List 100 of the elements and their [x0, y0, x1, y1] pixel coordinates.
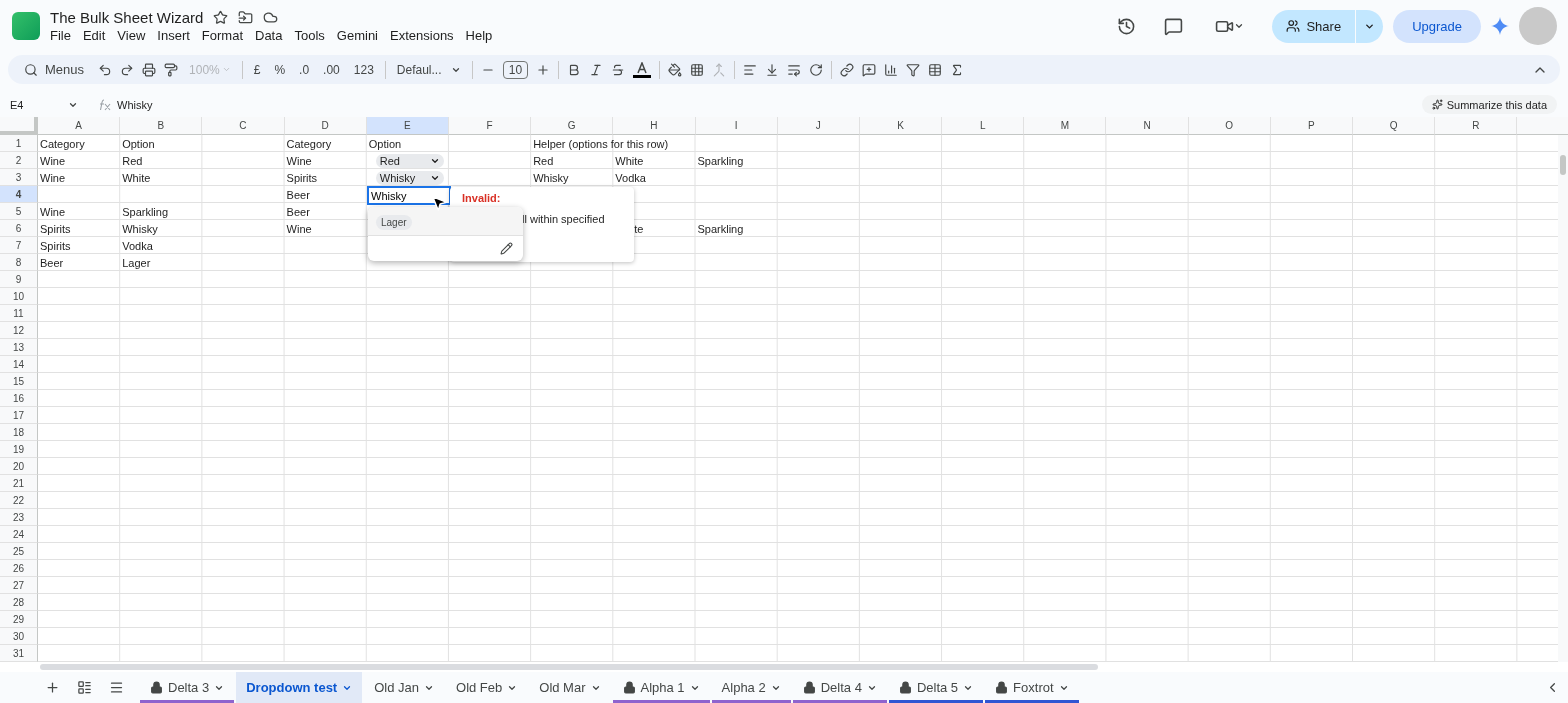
strikethrough-icon[interactable] — [611, 62, 626, 77]
column-header[interactable]: C — [202, 117, 285, 135]
filter-icon[interactable] — [906, 62, 921, 77]
bold-icon[interactable] — [567, 62, 582, 77]
link-icon[interactable] — [840, 62, 855, 77]
menus-search[interactable]: Menus — [24, 62, 85, 77]
column-header[interactable]: F — [448, 117, 532, 135]
sheet-tab[interactable]: Old Feb — [446, 672, 528, 703]
redo-icon[interactable] — [120, 62, 135, 77]
dropdown-chip[interactable]: Whisky — [375, 170, 444, 185]
vertical-align-icon[interactable] — [765, 62, 780, 77]
text-rotation-icon[interactable] — [809, 62, 824, 77]
star-icon[interactable] — [213, 10, 229, 25]
print-icon[interactable] — [142, 62, 157, 77]
menu-item[interactable]: Tools — [288, 28, 331, 43]
chart-icon[interactable] — [884, 62, 899, 77]
cell-text: Sparkling — [697, 222, 744, 235]
sheet-tab[interactable]: Alpha 1 — [612, 672, 710, 703]
currency-button[interactable]: £ — [250, 62, 264, 77]
font-select[interactable]: Defaul... — [393, 62, 464, 77]
vertical-scrollbar[interactable] — [1558, 135, 1568, 662]
column-header[interactable]: P — [1270, 117, 1353, 135]
cell-text: Wine — [40, 154, 66, 167]
column-header[interactable]: N — [1106, 117, 1189, 135]
validation-title: Invalid: — [462, 192, 501, 204]
dropdown-option[interactable]: Lager — [376, 215, 412, 230]
sheet-tab[interactable]: Delta 5 — [888, 672, 984, 703]
menu-item[interactable]: Extensions — [384, 28, 460, 43]
decrease-decimals-button[interactable]: .0 — [296, 62, 313, 77]
text-color-icon[interactable] — [633, 61, 652, 78]
column-header[interactable]: I — [695, 117, 778, 135]
search-icon — [24, 62, 38, 77]
fill-color-icon[interactable] — [668, 62, 683, 77]
menu-item[interactable]: Format — [195, 28, 249, 43]
history-icon[interactable] — [1117, 16, 1137, 36]
menu-item[interactable]: File — [44, 28, 77, 43]
cell-text: Spirits — [40, 239, 71, 252]
column-header[interactable]: B — [120, 117, 203, 135]
cell-text: Option — [122, 137, 155, 150]
menu-item[interactable]: Insert — [151, 28, 196, 43]
sheet-tab[interactable]: Old Jan — [364, 672, 444, 703]
menu-item[interactable]: Data — [249, 28, 289, 43]
column-header[interactable]: J — [777, 117, 860, 135]
plus-icon[interactable] — [536, 62, 551, 77]
cell-reference[interactable]: E4 — [10, 98, 68, 111]
cell-text: Wine — [286, 154, 312, 167]
wrap-icon[interactable] — [787, 62, 802, 77]
percent-button[interactable]: % — [271, 62, 289, 77]
column-header[interactable]: D — [284, 117, 367, 135]
formula-value[interactable]: Whisky — [117, 98, 1422, 111]
pencil-icon[interactable] — [500, 242, 513, 255]
sheet-tab[interactable]: Delta 3 — [140, 672, 235, 703]
sheet-tab[interactable]: Dropdown test — [236, 672, 363, 703]
sheet-tab[interactable]: Alpha 2 — [711, 672, 791, 703]
column-header[interactable]: Q — [1353, 117, 1436, 135]
sheet-tab[interactable]: Foxtrot — [985, 672, 1079, 703]
document-title[interactable]: The Bulk Sheet Wizard — [50, 9, 204, 26]
sheet-tab[interactable]: Old Mar — [529, 672, 611, 703]
column-header[interactable]: E — [366, 117, 449, 135]
menu-item[interactable]: Edit — [76, 28, 112, 43]
summarize-button[interactable]: Summarize this data — [1421, 95, 1557, 114]
column-header[interactable]: L — [942, 117, 1025, 135]
cell-text: Sparkling — [697, 154, 744, 167]
sheet-tab[interactable]: Delta 4 — [792, 672, 887, 703]
increase-decimals-button[interactable]: .00 — [320, 62, 343, 77]
font-size-field[interactable]: 10 — [502, 60, 529, 79]
menu-item[interactable]: View — [111, 28, 152, 43]
italic-icon[interactable] — [589, 62, 604, 77]
borders-icon[interactable] — [690, 62, 705, 77]
row-header[interactable]: 4 — [0, 186, 38, 203]
add-comment-icon[interactable] — [862, 62, 877, 77]
cloud-icon[interactable] — [263, 10, 279, 25]
menu-item[interactable]: Help — [459, 28, 499, 43]
menu-item[interactable]: Gemini — [330, 28, 384, 43]
sheets-logo-icon[interactable] — [12, 12, 40, 40]
cell-editor[interactable]: Whisky — [367, 186, 451, 205]
upgrade-button[interactable]: Upgrade — [1393, 9, 1481, 43]
comment-icon[interactable] — [1164, 16, 1184, 36]
folder-icon[interactable] — [238, 10, 254, 25]
column-header[interactable]: A — [38, 117, 121, 135]
column-header[interactable]: K — [859, 117, 943, 135]
cell-text: Beer — [286, 188, 310, 201]
dropdown-chip[interactable]: Red — [375, 153, 444, 168]
cell-text: Helper (options for this row) — [533, 137, 669, 150]
align-icon[interactable] — [743, 62, 758, 77]
column-header[interactable]: O — [1188, 117, 1271, 135]
column-header[interactable]: R — [1435, 117, 1518, 135]
cell-text: White — [615, 154, 644, 167]
sparkle-icon[interactable] — [1491, 17, 1509, 35]
column-header[interactable]: H — [613, 117, 696, 135]
paint-format-icon[interactable] — [164, 62, 179, 77]
horizontal-scrollbar[interactable] — [0, 662, 1568, 672]
cell-text: White — [122, 171, 151, 184]
undo-icon[interactable] — [98, 62, 113, 77]
number-format-button[interactable]: 123 — [350, 62, 377, 77]
table-icon[interactable] — [928, 62, 943, 77]
column-header[interactable]: M — [1024, 117, 1107, 135]
share-button[interactable]: Share — [1272, 9, 1384, 43]
column-header[interactable]: G — [531, 117, 614, 135]
cell-text: Category — [286, 137, 332, 150]
